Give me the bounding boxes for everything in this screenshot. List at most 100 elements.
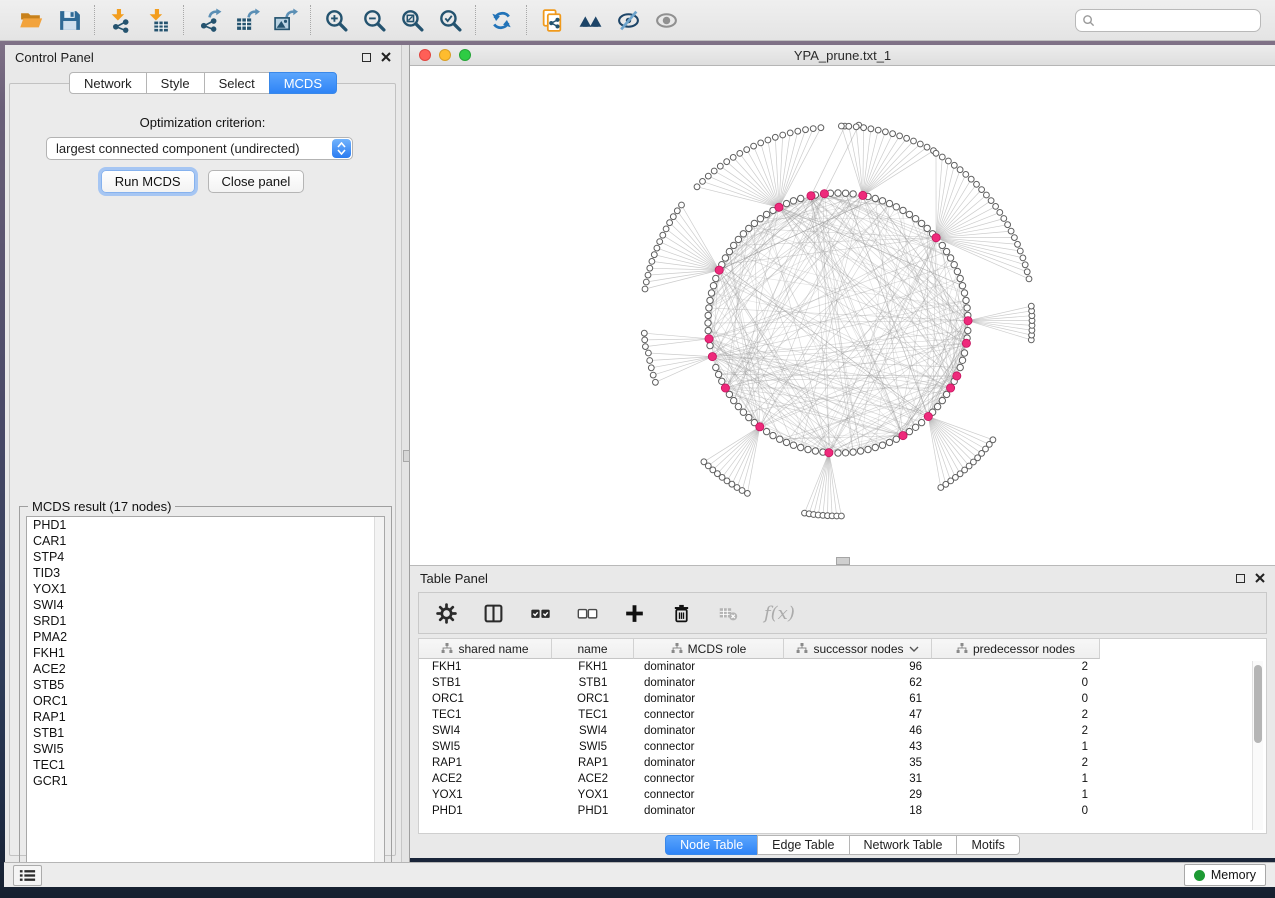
table-cell: 61 <box>784 693 932 705</box>
zoom-selected-button[interactable] <box>431 4 469 36</box>
show-columns-button[interactable] <box>482 602 504 624</box>
search-input[interactable] <box>1099 14 1260 28</box>
node-table[interactable]: shared namenameMCDS rolesuccessor nodesp… <box>418 638 1267 834</box>
column-header-shared-name[interactable]: shared name <box>419 639 552 659</box>
clone-network-button[interactable] <box>533 4 571 36</box>
tab-edge-table[interactable]: Edge Table <box>757 835 849 855</box>
table-cell: RAP1 <box>419 757 552 769</box>
column-header-predecessor-nodes[interactable]: predecessor nodes <box>932 639 1100 659</box>
column-header-mcds-role[interactable]: MCDS role <box>634 639 784 659</box>
table-row[interactable]: FKH1FKH1dominator962 <box>419 659 1266 675</box>
close-panel-icon[interactable] <box>1255 573 1265 583</box>
refresh-view-button[interactable] <box>482 4 520 36</box>
float-panel-icon[interactable] <box>1236 574 1245 583</box>
tab-network-table[interactable]: Network Table <box>849 835 958 855</box>
result-list-item[interactable]: CAR1 <box>27 533 384 549</box>
task-history-button[interactable] <box>13 865 42 886</box>
export-image-button[interactable] <box>266 4 304 36</box>
result-list-item[interactable]: PHD1 <box>27 517 384 533</box>
hide-selected-button[interactable] <box>609 4 647 36</box>
table-cell: 2 <box>932 725 1100 737</box>
function-builder-button[interactable]: f(x) <box>764 602 795 624</box>
tab-node-table[interactable]: Node Table <box>665 835 758 855</box>
search-box[interactable] <box>1075 9 1261 32</box>
result-list-item[interactable]: GCR1 <box>27 773 384 789</box>
zoom-selected-icon <box>438 8 463 33</box>
table-row[interactable]: RAP1RAP1dominator352 <box>419 755 1266 771</box>
tab-select[interactable]: Select <box>204 72 270 94</box>
table-row[interactable]: ORC1ORC1dominator610 <box>419 691 1266 707</box>
export-table-button[interactable] <box>228 4 266 36</box>
table-options-button[interactable] <box>435 602 457 624</box>
table-scrollbar[interactable] <box>1252 661 1263 830</box>
result-list-item[interactable]: SRD1 <box>27 613 384 629</box>
criterion-dropdown[interactable]: largest connected component (undirected) <box>46 137 353 160</box>
table-row[interactable]: SWI5SWI5connector431 <box>419 739 1266 755</box>
save-session-button[interactable] <box>50 4 88 36</box>
table-cell: dominator <box>634 693 784 705</box>
run-mcds-button[interactable]: Run MCDS <box>101 170 195 193</box>
close-panel-button[interactable]: Close panel <box>208 170 305 193</box>
delete-table-button[interactable] <box>717 602 739 624</box>
network-window-titlebar[interactable]: YPA_prune.txt_1 <box>410 45 1275 66</box>
table-row[interactable]: STB1STB1dominator620 <box>419 675 1266 691</box>
deselect-all-button[interactable] <box>576 602 598 624</box>
open-file-button[interactable] <box>12 4 50 36</box>
table-row[interactable]: TEC1TEC1connector472 <box>419 707 1266 723</box>
table-cell: YOX1 <box>552 789 634 801</box>
result-list-item[interactable]: STB5 <box>27 677 384 693</box>
zoom-out-button[interactable] <box>355 4 393 36</box>
zoom-fit-button[interactable] <box>393 4 431 36</box>
tab-motifs[interactable]: Motifs <box>956 835 1019 855</box>
show-hidden-button[interactable] <box>647 4 685 36</box>
result-list-item[interactable]: ACE2 <box>27 661 384 677</box>
horizontal-splitter-handle[interactable] <box>836 557 850 565</box>
import-table-button[interactable] <box>139 4 177 36</box>
binoculars-icon <box>578 8 603 33</box>
result-list-item[interactable]: PMA2 <box>27 629 384 645</box>
toolbar-separator <box>310 5 311 35</box>
export-network-button[interactable] <box>190 4 228 36</box>
export-image-icon <box>273 8 298 33</box>
result-list-item[interactable]: SWI5 <box>27 741 384 757</box>
table-cell: 2 <box>932 661 1100 673</box>
result-list-item[interactable]: TID3 <box>27 565 384 581</box>
select-all-button[interactable] <box>529 602 551 624</box>
table-row[interactable]: YOX1YOX1connector291 <box>419 787 1266 803</box>
float-panel-icon[interactable] <box>362 53 371 62</box>
tab-mcds[interactable]: MCDS <box>269 72 337 94</box>
vertical-splitter[interactable] <box>402 45 410 862</box>
criterion-value: largest connected component (undirected) <box>56 141 300 156</box>
import-network-button[interactable] <box>101 4 139 36</box>
delete-column-button[interactable] <box>670 602 692 624</box>
first-neighbors-button[interactable] <box>571 4 609 36</box>
network-view-canvas[interactable] <box>410 66 1275 565</box>
tab-style[interactable]: Style <box>146 72 205 94</box>
table-row[interactable]: SWI4SWI4dominator462 <box>419 723 1266 739</box>
table-scrollbar-thumb[interactable] <box>1254 665 1262 743</box>
result-list-item[interactable]: STB1 <box>27 725 384 741</box>
result-list-scrollbar[interactable] <box>374 517 384 868</box>
result-list-item[interactable]: ORC1 <box>27 693 384 709</box>
zoom-in-button[interactable] <box>317 4 355 36</box>
table-cell: connector <box>634 709 784 721</box>
result-list-item[interactable]: RAP1 <box>27 709 384 725</box>
column-header-successor-nodes[interactable]: successor nodes <box>784 639 932 659</box>
table-row[interactable]: PHD1PHD1dominator180 <box>419 803 1266 819</box>
result-list-item[interactable]: FKH1 <box>27 645 384 661</box>
result-list-item[interactable]: TEC1 <box>27 757 384 773</box>
result-list-item[interactable]: YOX1 <box>27 581 384 597</box>
tab-network[interactable]: Network <box>69 72 147 94</box>
result-list-item[interactable]: STP4 <box>27 549 384 565</box>
dropdown-stepper-icon <box>332 139 351 158</box>
add-column-button[interactable] <box>623 602 645 624</box>
close-panel-icon[interactable] <box>381 52 391 62</box>
memory-button[interactable]: Memory <box>1184 864 1266 886</box>
optimization-criterion-label: Optimization criterion: <box>10 115 395 130</box>
network-graph[interactable] <box>410 66 1275 565</box>
mcds-result-list[interactable]: PHD1CAR1STP4TID3YOX1SWI4SRD1PMA2FKH1ACE2… <box>26 516 385 869</box>
result-list-item[interactable]: SWI4 <box>27 597 384 613</box>
column-header-name[interactable]: name <box>552 639 634 659</box>
table-row[interactable]: ACE2ACE2connector311 <box>419 771 1266 787</box>
splitter-handle[interactable] <box>403 450 410 462</box>
